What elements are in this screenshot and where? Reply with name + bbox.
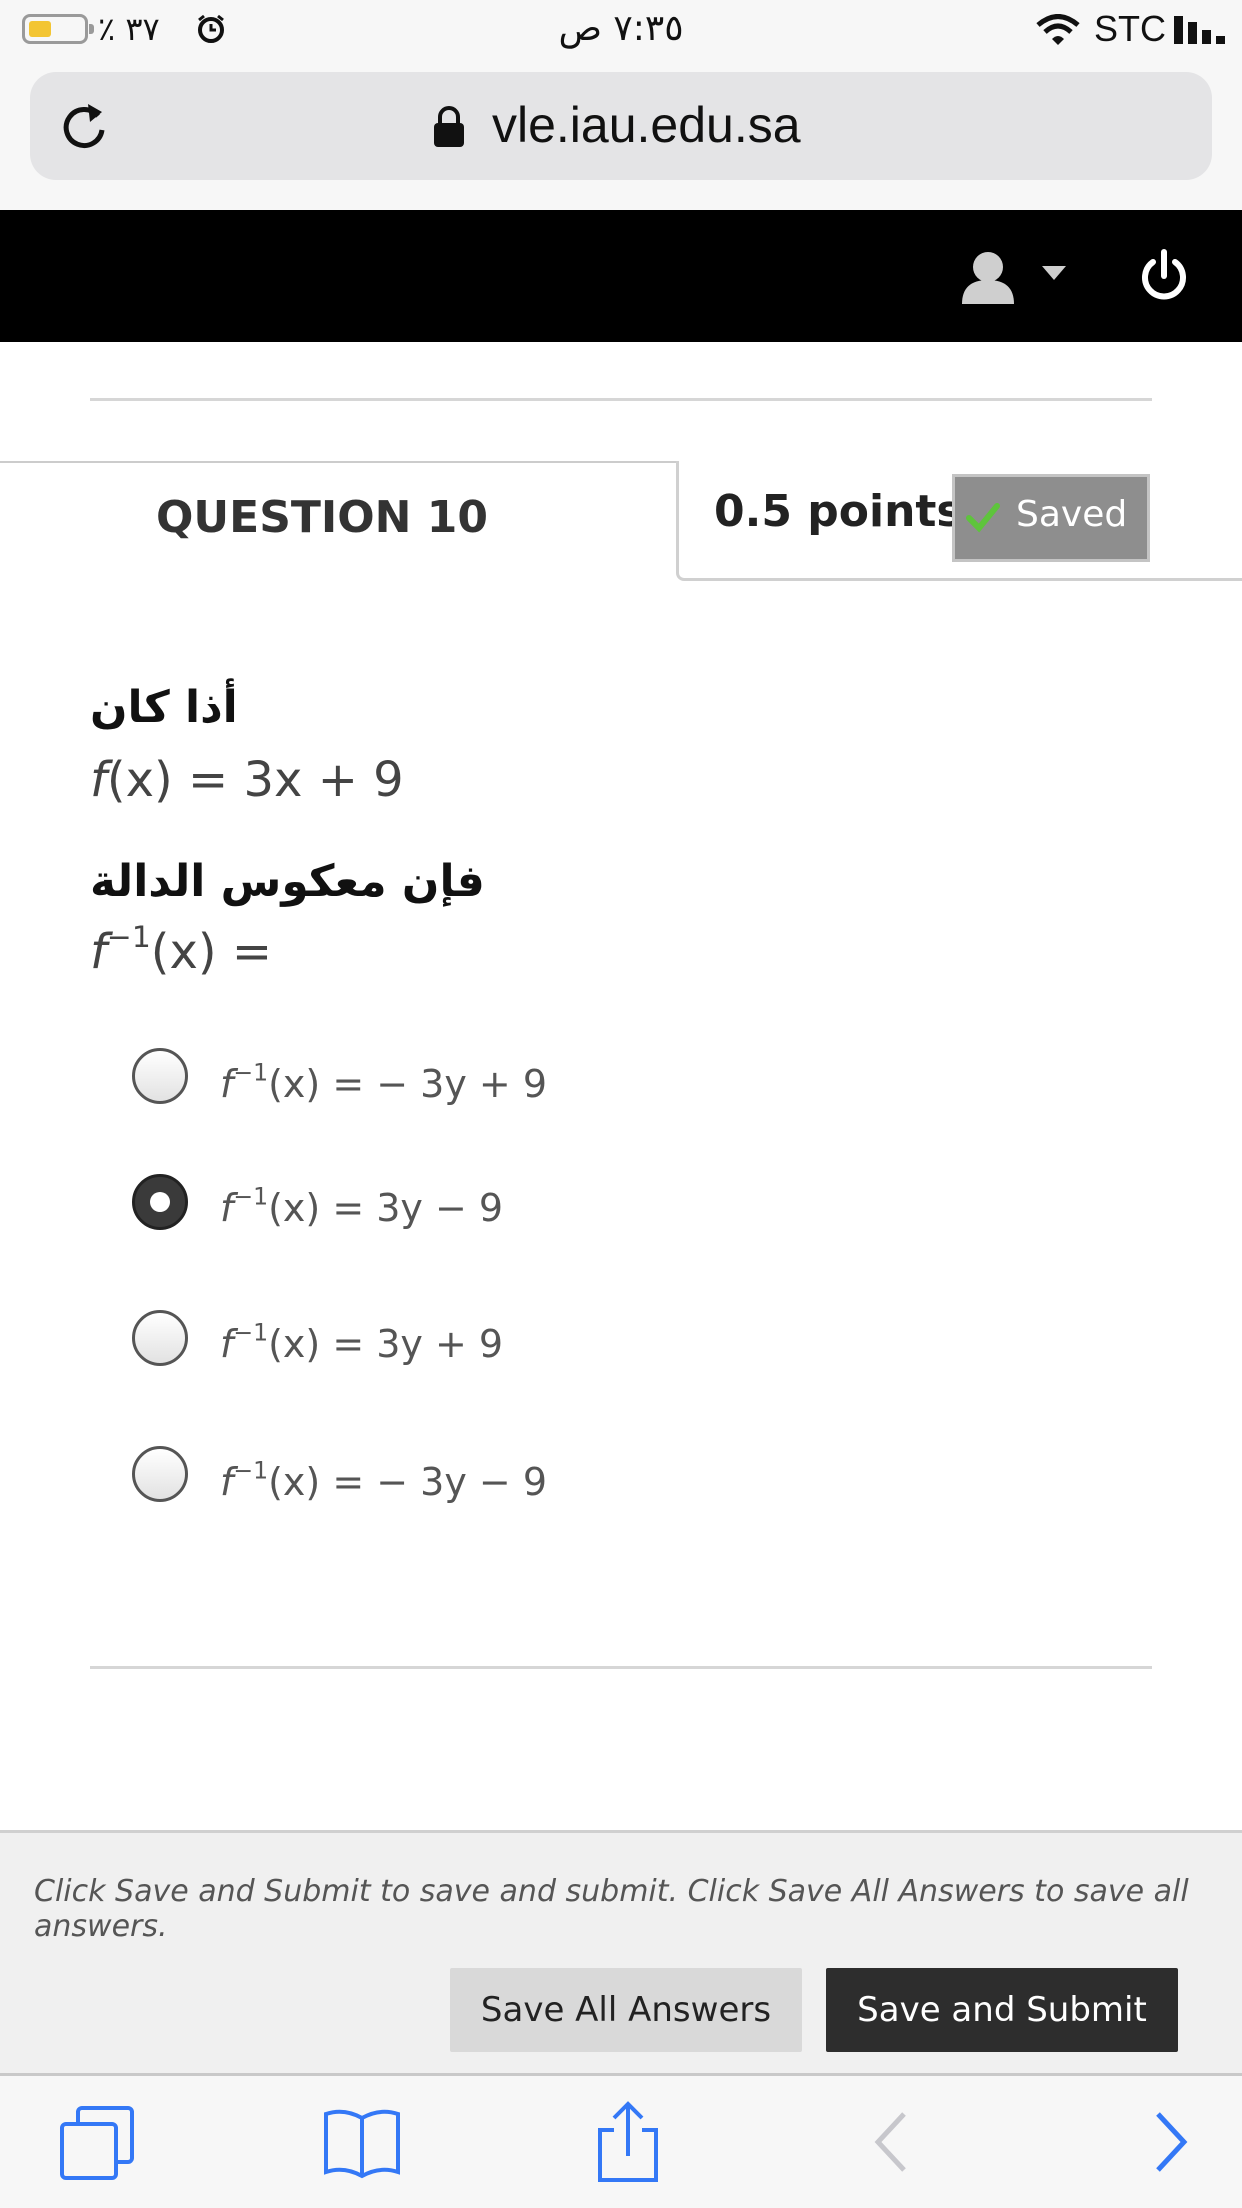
tabs-icon[interactable] [56,2100,140,2184]
url-text[interactable]: vle.iau.edu.sa [492,96,801,154]
option-sup: −1 [233,1456,269,1485]
signal-icon [1174,16,1225,44]
question-points: 0.5 points [714,486,963,537]
reload-icon[interactable] [56,98,112,154]
inverse-f: f [90,924,107,980]
check-icon [966,503,1000,533]
question-inverse-formula: f−1(x) = [90,923,273,980]
divider [90,1666,1152,1669]
saved-label: Saved [1016,494,1128,535]
option-label-2[interactable]: f−1(x) = 3y − 9 [220,1182,504,1230]
option-sup: −1 [233,1318,269,1347]
option-rhs: (x) = − 3y − 9 [268,1460,548,1504]
lock-icon [434,106,464,147]
option-radio-3[interactable] [132,1310,188,1366]
question-title: QUESTION 10 [156,492,489,543]
option-rhs: (x) = 3y − 9 [268,1186,504,1230]
option-rhs: (x) = 3y + 9 [268,1322,504,1366]
option-radio-2[interactable] [132,1174,188,1230]
divider [90,398,1152,401]
save-all-answers-button[interactable]: Save All Answers [450,1968,802,2052]
question-formula: f(x) = 3x + 9 [90,752,404,808]
option-rhs: (x) = − 3y + 9 [268,1062,548,1106]
option-radio-1[interactable] [132,1048,188,1104]
inverse-rhs: (x) = [150,924,273,980]
formula-rhs: = 3x + 9 [172,752,404,808]
back-icon[interactable] [852,2100,936,2184]
carrier-name: STC [1094,8,1166,49]
save-and-submit-button[interactable]: Save and Submit [826,1968,1178,2052]
option-f: f [220,1186,234,1230]
option-sup: −1 [233,1182,269,1211]
option-label-1[interactable]: f−1(x) = − 3y + 9 [220,1058,548,1106]
option-radio-4[interactable] [132,1446,188,1502]
option-sup: −1 [233,1058,269,1087]
avatar-icon[interactable] [958,250,1018,306]
formula-f: f [90,752,107,808]
menu-caret-icon[interactable] [1042,266,1066,282]
submit-instructions: Click Save and Submit to save and submit… [34,1874,1189,1944]
option-label-4[interactable]: f−1(x) = − 3y − 9 [220,1456,548,1504]
option-f: f [220,1460,234,1504]
option-f: f [220,1062,234,1106]
question-text-prompt: فإن معكوس الدالة [90,856,485,907]
power-icon[interactable] [1136,248,1192,304]
question-text-intro: أذا كان [90,682,238,733]
wifi-icon [1036,14,1080,45]
share-icon[interactable] [586,2100,670,2184]
option-label-3[interactable]: f−1(x) = 3y + 9 [220,1318,504,1366]
forward-icon[interactable] [1126,2100,1210,2184]
bookmarks-icon[interactable] [320,2100,404,2184]
option-f: f [220,1322,234,1366]
formula-arg: (x) [106,752,173,808]
inverse-sup: −1 [106,920,151,956]
